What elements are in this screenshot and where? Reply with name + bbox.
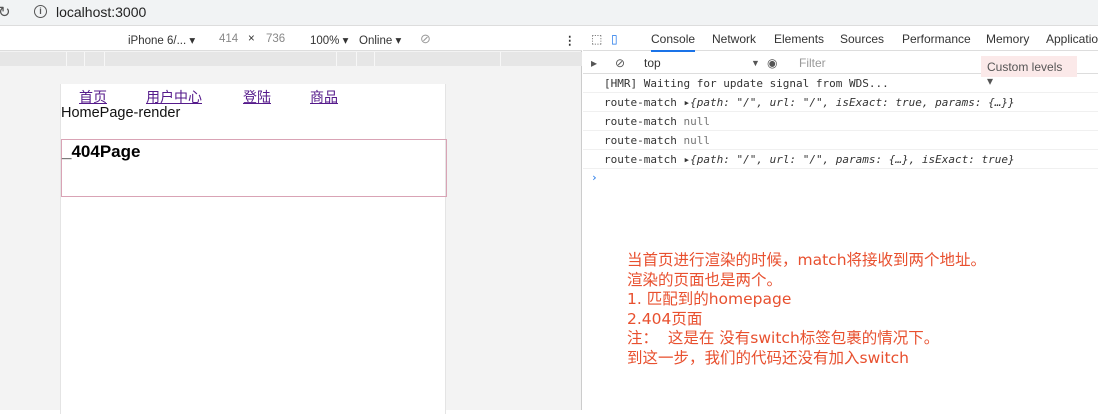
log-line: [HMR] Waiting for update signal from WDS… [583,74,1098,93]
log-label: route-match [604,153,677,166]
zoom-label: 100% [310,35,340,47]
tab-sources[interactable]: Sources [840,32,884,46]
clear-console-icon[interactable]: ⊘ [615,56,625,70]
log-label: route-match [604,96,677,109]
annotation-line: 注： 这是在 没有switch标签包裹的情况下。 [627,329,940,347]
tab-elements[interactable]: Elements [774,32,824,46]
reload-icon[interactable]: ↻ [0,3,11,21]
log-value[interactable]: {path: "/", url: "/", params: {…}, isExa… [690,153,1015,166]
log-line: route-match null [583,131,1098,150]
tab-console[interactable]: Console [651,32,696,52]
dimension-separator: × [248,33,255,45]
tab-network[interactable]: Network [712,32,756,46]
sidebar-toggle-icon[interactable]: ▸ [591,56,597,70]
url-pill[interactable] [22,0,1098,24]
height-input[interactable]: 736 [266,33,285,45]
devtools-tabs: ⬚ ▯ Console Network Elements Sources Per… [583,27,1098,52]
inspect-element-icon[interactable]: ⬚ [591,32,602,46]
rotate-icon[interactable]: ⊘ [420,31,431,47]
context-dropdown-icon[interactable]: ▼ [751,58,760,68]
console-prompt[interactable]: › [583,169,1098,184]
nav-link-products[interactable]: 商品 [310,87,338,107]
log-value[interactable]: {path: "/", url: "/", isExact: true, par… [690,96,1015,109]
log-value: null [683,134,710,147]
log-line: route-match null [583,112,1098,131]
tab-memory[interactable]: Memory [986,32,1029,46]
log-line[interactable]: route-match ▸{path: "/", url: "/", param… [583,150,1098,169]
nav-link-login[interactable]: 登陆 [243,87,271,107]
annotation-text: 当首页进行渲染的时候，match将接收到两个地址。 渲染的页面也是两个。 1. … [627,251,986,368]
network-label: Online [359,35,393,47]
annotation-line: 到这一步，我们的代码还没有加入switch [627,348,909,367]
eye-icon[interactable]: ◉ [767,56,777,70]
zoom-select[interactable]: 100% ▾ [310,33,348,47]
nav-link-home[interactable]: 首页 [79,87,107,107]
url-text[interactable]: localhost:3000 [56,4,146,20]
media-query-ruler[interactable] [0,52,582,66]
info-icon[interactable]: i [34,5,47,18]
annotation-line: 1. 匹配到的homepage [627,290,792,308]
network-select[interactable]: Online ▾ [359,33,401,47]
device-toolbar: iPhone 6/... ▾ 414 × 736 100% ▾ Online ▾… [0,27,582,51]
page-viewport: 首页 用户中心 登陆 商品 HomePage-render _404Page [60,84,447,414]
console-toolbar: ▸ ⊘ top ▼ ◉ Filter Custom levels ▾ [583,52,1098,88]
log-line[interactable]: route-match ▸{path: "/", url: "/", isExa… [583,93,1098,112]
device-toggle-icon[interactable]: ▯ [611,32,618,46]
annotation-line: 渲染的页面也是两个。 [627,270,783,289]
tab-application[interactable]: Application [1046,32,1098,46]
log-label: route-match [604,134,677,147]
device-emulation-pane: iPhone 6/... ▾ 414 × 736 100% ▾ Online ▾… [0,27,582,414]
console-log: [HMR] Waiting for update signal from WDS… [583,74,1098,184]
address-bar: ↻ i localhost:3000 [0,0,1098,26]
annotation-line: 当首页进行渲染的时候，match将接收到两个地址。 [627,251,987,269]
nav-link-user-center[interactable]: 用户中心 [146,87,202,107]
more-options-icon[interactable]: ⋮ [564,33,576,47]
page-404-text: _404Page [62,142,141,161]
device-select[interactable]: iPhone 6/... ▾ [128,33,195,47]
filter-input[interactable]: Filter [799,56,826,70]
page-404-box: _404Page [61,139,447,197]
homepage-text: HomePage-render [61,105,181,121]
width-input[interactable]: 414 [219,33,238,45]
context-select[interactable]: top [644,56,661,70]
device-label: iPhone 6/... [128,35,187,47]
log-value: null [683,115,710,128]
tab-performance[interactable]: Performance [902,32,971,46]
annotation-line: 2.404页面 [627,309,703,328]
log-label: route-match [604,115,677,128]
